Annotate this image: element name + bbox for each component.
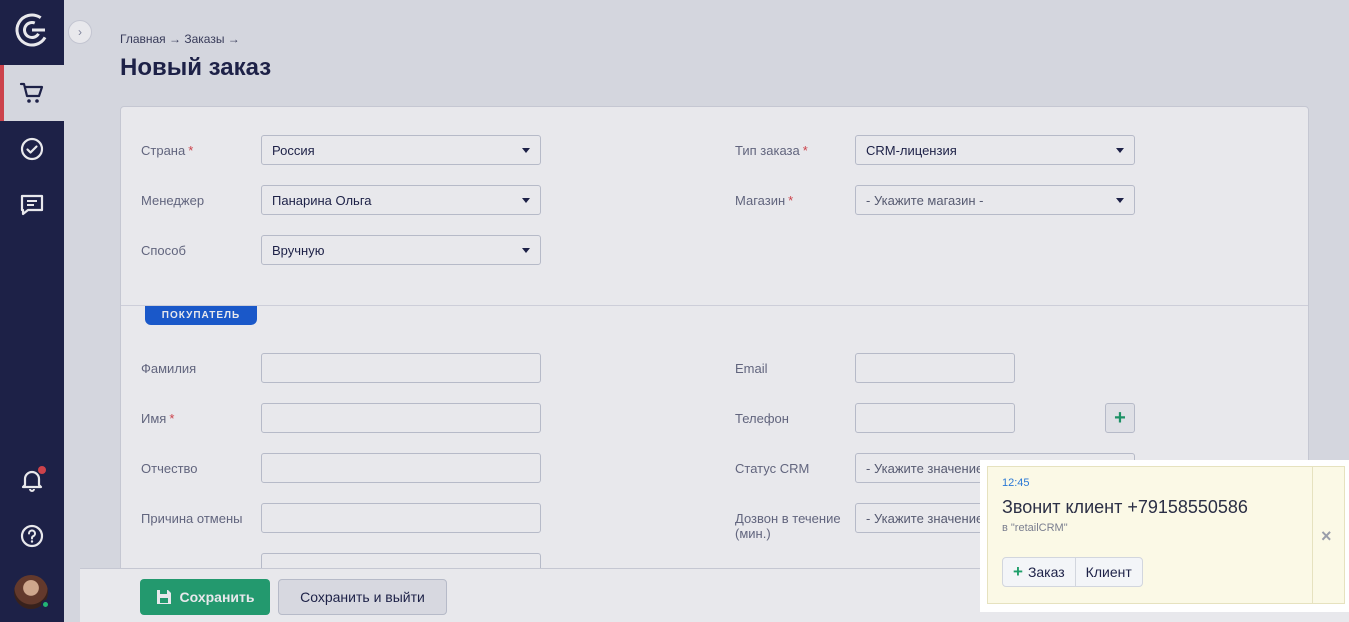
- caret-down-icon: [522, 248, 530, 253]
- cancel-reason-input[interactable]: [261, 503, 541, 533]
- sidebar-item-chats[interactable]: [0, 177, 64, 233]
- help-icon: [20, 524, 44, 548]
- breadcrumb[interactable]: Главная → Заказы →: [120, 32, 240, 46]
- close-icon[interactable]: ×: [1321, 526, 1332, 547]
- plus-icon: +: [1114, 406, 1126, 429]
- notification-separator: [1312, 467, 1313, 603]
- floppy-disk-icon: [156, 590, 171, 604]
- logo-icon[interactable]: [14, 12, 50, 48]
- caret-down-icon: [1116, 148, 1124, 153]
- order-type-label: Тип заказа *: [735, 143, 808, 158]
- create-order-button[interactable]: + Заказ: [1003, 558, 1075, 586]
- sidebar-item-tasks[interactable]: [0, 121, 64, 177]
- dial-within-label: Дозвон в течение (мин.): [735, 511, 841, 541]
- caret-down-icon: [522, 198, 530, 203]
- sidebar-item-notifications[interactable]: [0, 452, 64, 508]
- save-button[interactable]: Сохранить: [140, 579, 270, 615]
- next-field-input[interactable]: [261, 553, 541, 568]
- notification-subtitle: в "retailCRM": [1002, 522, 1068, 534]
- middle-name-input[interactable]: [261, 453, 541, 483]
- manager-label: Менеджер: [141, 193, 205, 208]
- shop-label: Магазин *: [735, 193, 794, 208]
- sidebar-item-orders[interactable]: [0, 65, 64, 121]
- email-label: Email: [735, 361, 768, 376]
- save-and-exit-button[interactable]: Сохранить и выйти: [278, 579, 447, 615]
- first-name-input[interactable]: [261, 403, 541, 433]
- notification-dot: [38, 466, 46, 474]
- sidebar-item-help[interactable]: [0, 508, 64, 564]
- page-title: Новый заказ: [120, 54, 272, 81]
- plus-icon: +: [1013, 562, 1023, 581]
- method-select[interactable]: Вручную: [261, 235, 541, 265]
- cart-icon: [19, 82, 44, 103]
- phone-label: Телефон: [735, 411, 789, 426]
- buyer-section-tag: ПОКУПАТЕЛЬ: [145, 306, 257, 325]
- phone-input[interactable]: [855, 403, 1015, 433]
- country-select[interactable]: Россия: [261, 135, 541, 165]
- notification-title: Звонит клиент +79158550586: [1002, 497, 1248, 517]
- method-label: Способ: [141, 243, 186, 258]
- notification-actions: + Заказ Клиент: [1002, 557, 1143, 587]
- crm-status-label: Статус CRM: [735, 461, 810, 476]
- online-status-dot: [41, 600, 50, 609]
- middle-name-label: Отчество: [141, 461, 198, 476]
- section-divider: [121, 305, 1308, 306]
- add-phone-button[interactable]: +: [1105, 403, 1135, 433]
- chat-icon: [20, 194, 44, 216]
- check-circle-icon: [20, 137, 44, 161]
- manager-select[interactable]: Панарина Ольга: [261, 185, 541, 215]
- cancel-reason-label: Причина отмены: [141, 511, 243, 526]
- open-client-button[interactable]: Клиент: [1074, 558, 1142, 586]
- first-name-label: Имя *: [141, 411, 175, 426]
- chevron-right-icon: ›: [78, 25, 82, 39]
- notification-time: 12:45: [1002, 477, 1030, 489]
- last-name-input[interactable]: [261, 353, 541, 383]
- caret-down-icon: [522, 148, 530, 153]
- country-label: Страна *: [141, 143, 194, 158]
- sidebar: [0, 0, 64, 622]
- shop-select[interactable]: - Укажите магазин -: [855, 185, 1135, 215]
- email-input[interactable]: [855, 353, 1015, 383]
- sidebar-toggle-button[interactable]: ›: [68, 20, 92, 44]
- last-name-label: Фамилия: [141, 361, 197, 376]
- order-type-select[interactable]: CRM-лицензия: [855, 135, 1135, 165]
- caret-down-icon: [1116, 198, 1124, 203]
